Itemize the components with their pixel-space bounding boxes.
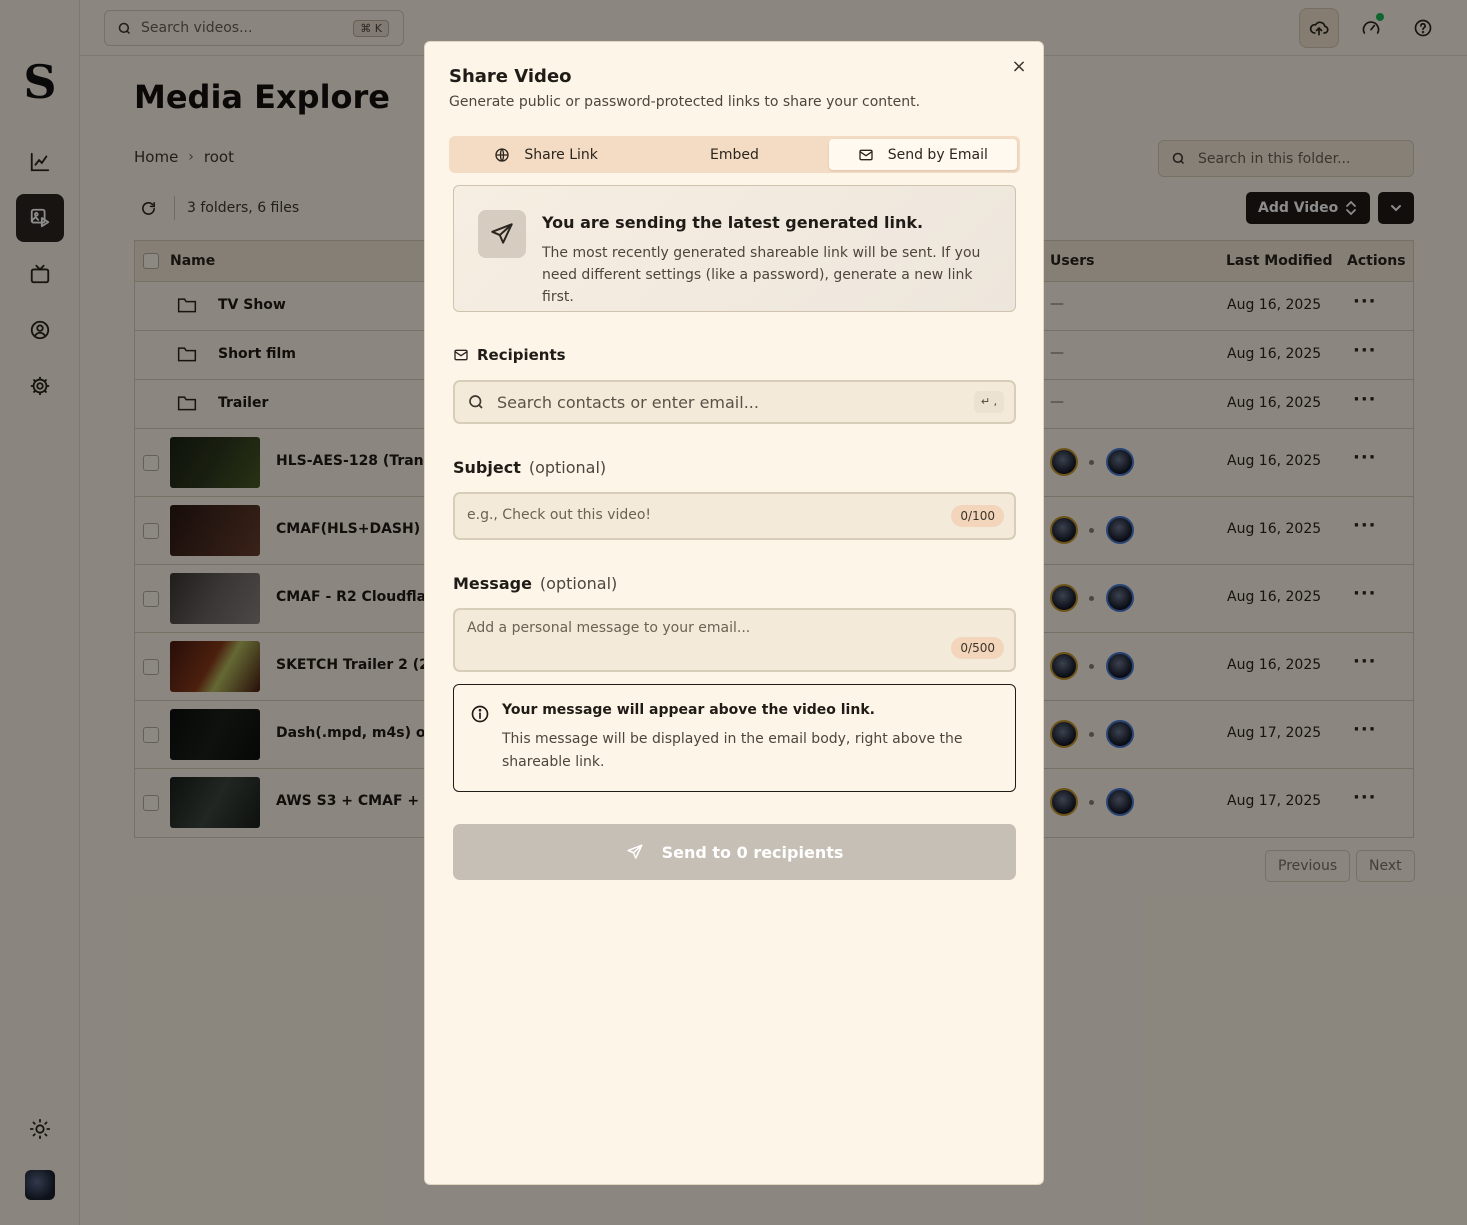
message-char-counter: 0/500 [951, 637, 1004, 659]
tab-embed[interactable]: Embed [640, 139, 828, 170]
tab-label: Share Link [524, 146, 598, 163]
send-icon [627, 844, 643, 859]
subject-input[interactable]: e.g., Check out this video! 0/100 [453, 492, 1016, 540]
info-text: This message will be displayed in the em… [502, 731, 963, 770]
subject-optional: (optional) [528, 458, 607, 477]
search-icon [469, 395, 483, 409]
notice-text: The most recently generated shareable li… [542, 245, 981, 305]
tab-label: Send by Email [887, 146, 988, 163]
notice-title: You are sending the latest generated lin… [542, 213, 924, 232]
mail-icon [454, 349, 468, 361]
close-icon[interactable]: × [1009, 56, 1029, 77]
latest-link-notice: You are sending the latest generated lin… [453, 185, 1016, 312]
send-button-label: Send to 0 recipients [661, 842, 844, 862]
message-optional: (optional) [539, 574, 618, 593]
info-title: Your message will appear above the video… [502, 702, 875, 718]
tab-label: Embed [710, 146, 759, 163]
subject-label-text: Subject [453, 458, 521, 477]
subject-char-counter: 0/100 [951, 505, 1004, 527]
subject-label: Subject (optional) [453, 458, 606, 477]
dialog-title: Share Video [449, 66, 572, 87]
globe-icon [495, 147, 510, 162]
subject-placeholder: e.g., Check out this video! [467, 507, 652, 523]
mail-icon [859, 149, 873, 160]
tab-send-by-email[interactable]: Send by Email [828, 139, 1017, 170]
recipients-label: Recipients [453, 346, 566, 364]
recipients-placeholder: Search contacts or enter email... [497, 392, 759, 412]
recipients-label-text: Recipients [477, 346, 566, 364]
message-info-alert: Your message will appear above the video… [453, 684, 1016, 792]
tab-share-link[interactable]: Share Link [452, 139, 640, 170]
message-placeholder: Add a personal message to your email... [467, 620, 751, 636]
share-tabs: Share Link Embed Send by Email [449, 136, 1020, 173]
share-video-dialog: × Share Video Generate public or passwor… [424, 41, 1044, 1185]
recipients-input[interactable]: Search contacts or enter email... ↵ , [453, 380, 1016, 424]
send-email-button[interactable]: Send to 0 recipients [453, 824, 1016, 880]
dialog-description: Generate public or password-protected li… [449, 94, 921, 110]
info-icon [471, 705, 489, 723]
message-label-text: Message [453, 574, 532, 593]
enter-key-hint: ↵ , [974, 391, 1004, 413]
message-label: Message (optional) [453, 574, 617, 593]
message-textarea[interactable]: Add a personal message to your email... … [453, 608, 1016, 672]
send-icon [478, 210, 526, 258]
